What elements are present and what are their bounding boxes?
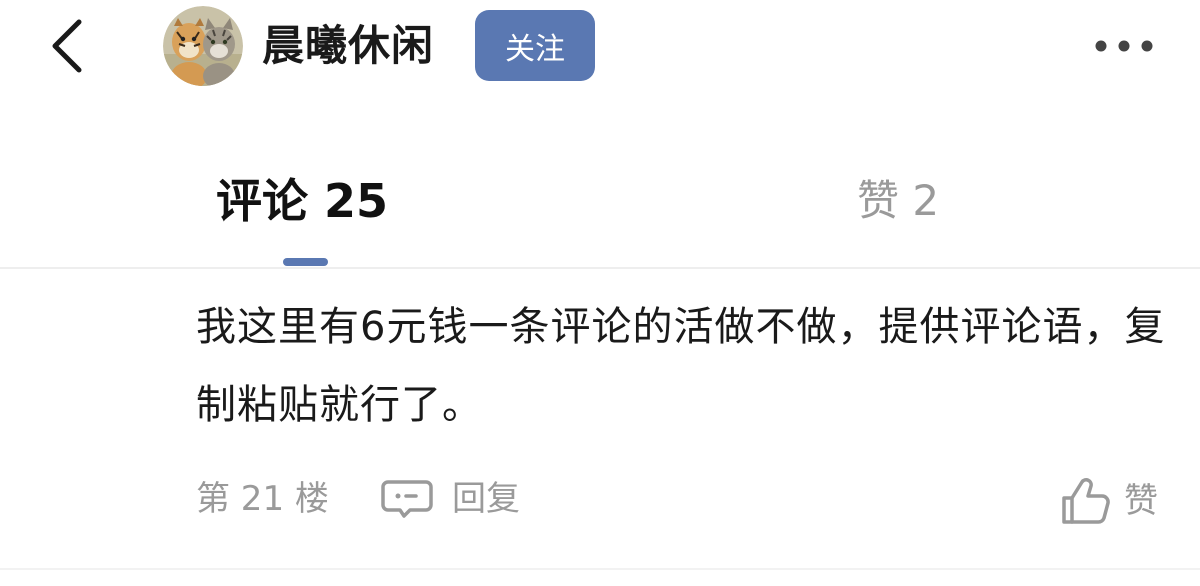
- tab-comments[interactable]: 评论 25: [216, 172, 388, 230]
- active-tab-indicator: [283, 258, 328, 266]
- channel-name[interactable]: 晨曦休闲: [262, 18, 434, 74]
- more-horizontal-icon: [1095, 40, 1153, 52]
- reply-button[interactable]: 回复: [380, 474, 520, 524]
- more-button[interactable]: [1086, 26, 1162, 66]
- comment-divider: [0, 568, 1200, 570]
- tiger-avatar-icon: [163, 6, 243, 86]
- chevron-left-icon: [52, 19, 82, 73]
- like-label: 赞: [1124, 481, 1158, 521]
- floor-label: 第 21 楼: [196, 479, 329, 519]
- back-button[interactable]: [38, 16, 94, 76]
- follow-button[interactable]: 关注: [475, 10, 595, 81]
- comment-bubble-icon: [381, 480, 433, 518]
- tab-likes[interactable]: 赞 2: [857, 174, 939, 228]
- avatar[interactable]: [163, 6, 243, 86]
- tab-divider: [0, 267, 1200, 269]
- reply-label: 回复: [452, 479, 520, 519]
- thumbs-up-icon: [1062, 478, 1110, 524]
- header-bar: 晨曦休闲 关注: [0, 0, 1200, 100]
- like-button[interactable]: 赞: [1060, 474, 1158, 528]
- comment-text: 我这里有6元钱一条评论的活做不做，提供评论语，复制粘贴就行了。: [196, 304, 1166, 428]
